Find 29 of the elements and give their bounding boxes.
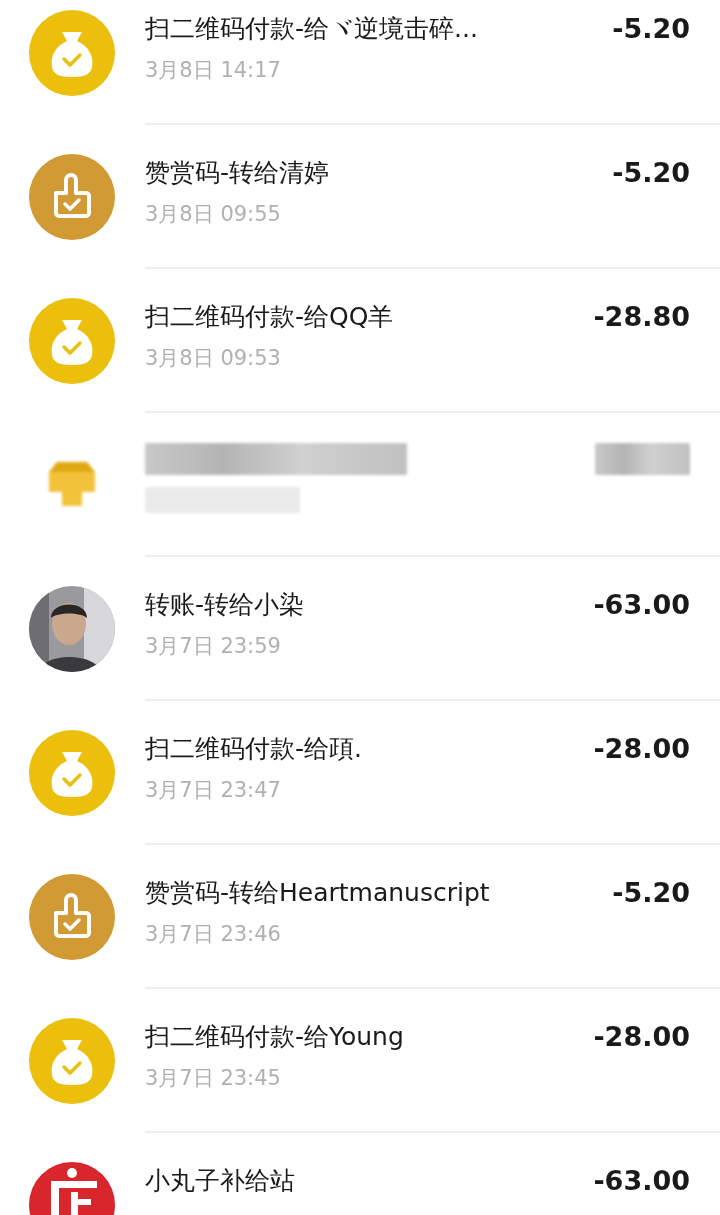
transaction-title: 扫二维码付款-给QQ羊 [145,301,394,333]
transaction-amount: -5.20 [612,876,690,910]
transaction-title: 赞赏码-转给清婷 [145,157,330,189]
transaction-time: 3月7日 23:45 [145,1065,281,1092]
transaction-time: 3月7日 23:46 [145,921,281,948]
transaction-time: 3月8日 09:53 [145,345,281,372]
thumbs-up-icon [28,874,115,960]
money-bag-icon [28,1018,115,1104]
transaction-title: 赞赏码-转给Heartmanuscript [145,877,490,909]
transaction-amount: -63.00 [593,588,690,622]
transaction-amount: -28.00 [593,1020,690,1054]
transaction-time: 3月8日 09:55 [145,201,281,228]
transaction-title: 转账-转给小染 [145,589,305,621]
transaction-time: 3月7日 23:47 [145,777,281,804]
transaction-title: 扫二维码付款-给Young [145,1021,404,1053]
transaction-amount: -28.00 [593,732,690,766]
transaction-time: 3月8日 14:17 [145,57,281,84]
transaction-title: 小丸子补给站 [145,1165,295,1197]
transaction-amount: -5.20 [612,12,690,46]
transaction-amount: -5.20 [612,156,690,190]
thumbs-up-icon [28,154,115,240]
transaction-amount: -28.80 [593,300,690,334]
money-bag-icon [28,298,115,384]
money-bag-icon [28,10,115,96]
transaction-time: 3月7日 23:59 [145,633,281,660]
transaction-amount: -63.00 [593,1164,690,1198]
money-bag-icon [28,730,115,816]
transaction-title: 扫二维码付款-给頙. [145,733,362,765]
transaction-title: 扫二维码付款-给ヾ逆境击碎... [145,13,478,45]
